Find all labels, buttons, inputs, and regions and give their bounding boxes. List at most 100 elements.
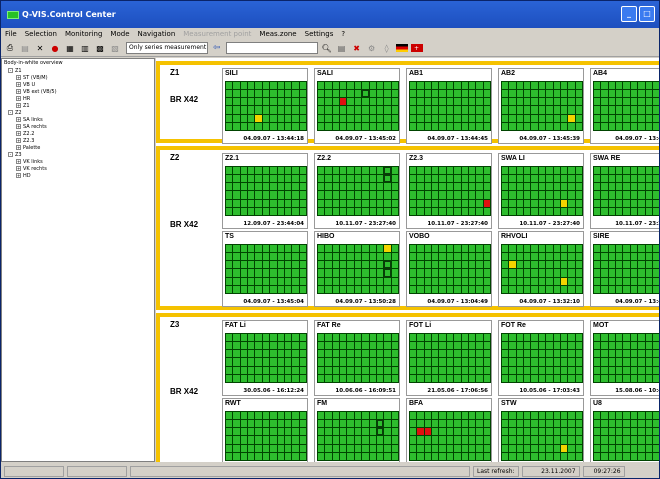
status-cell[interactable] (553, 342, 560, 350)
status-cell[interactable] (292, 183, 299, 191)
status-cell[interactable] (546, 342, 553, 350)
status-cell[interactable] (248, 245, 255, 253)
status-cell[interactable] (347, 269, 354, 277)
status-cell[interactable] (454, 412, 461, 420)
status-cell[interactable] (446, 207, 454, 215)
status-cell[interactable] (439, 191, 446, 199)
status-cell[interactable] (502, 350, 509, 358)
status-cell[interactable] (608, 106, 616, 114)
status-cell[interactable] (575, 436, 582, 444)
status-cell[interactable] (226, 207, 233, 215)
status-cell[interactable] (240, 420, 248, 428)
status-cell[interactable] (318, 175, 325, 183)
status-cell[interactable] (638, 98, 645, 106)
status-cell[interactable] (384, 358, 391, 366)
status-cell[interactable] (292, 374, 299, 382)
status-cell[interactable] (461, 106, 468, 114)
status-cell[interactable] (483, 444, 490, 452)
status-cell[interactable] (454, 334, 461, 342)
status-cell[interactable] (270, 412, 277, 420)
status-cell[interactable] (454, 277, 461, 285)
status-cell[interactable] (262, 412, 270, 420)
status-cell[interactable] (516, 358, 524, 366)
status-cell[interactable] (546, 106, 553, 114)
status-cell[interactable] (601, 114, 608, 122)
status-cell[interactable] (461, 334, 468, 342)
status-cell[interactable] (391, 358, 398, 366)
status-cell[interactable] (432, 90, 439, 98)
status-cell[interactable] (410, 350, 417, 358)
status-cell[interactable] (502, 245, 509, 253)
status-cell[interactable] (369, 366, 376, 374)
status-cell[interactable] (560, 350, 568, 358)
station-panel[interactable]: VOBO 04.09.07 - 13:04:49 (406, 231, 492, 307)
status-cell[interactable] (616, 82, 623, 90)
status-cell[interactable] (347, 358, 354, 366)
expand-icon[interactable]: + (16, 124, 21, 129)
status-cell[interactable] (432, 106, 439, 114)
status-cell[interactable] (553, 167, 560, 175)
status-cell[interactable] (601, 350, 608, 358)
status-cell[interactable] (270, 122, 277, 130)
status-cell[interactable] (240, 114, 248, 122)
status-cell[interactable] (384, 90, 391, 98)
status-cell[interactable] (616, 334, 623, 342)
status-cell[interactable] (417, 183, 424, 191)
status-cell[interactable] (630, 374, 638, 382)
expand-icon[interactable]: + (16, 75, 21, 80)
status-cell[interactable] (630, 452, 638, 460)
status-cell[interactable] (461, 436, 468, 444)
status-cell[interactable] (299, 420, 306, 428)
status-cell[interactable] (340, 269, 347, 277)
status-cell[interactable] (553, 285, 560, 293)
status-cell[interactable] (476, 285, 483, 293)
status-cell[interactable] (354, 334, 362, 342)
status-cell[interactable] (638, 106, 645, 114)
status-cell[interactable] (575, 285, 582, 293)
status-cell[interactable] (645, 207, 652, 215)
status-cell[interactable] (483, 412, 490, 420)
status-cell[interactable] (575, 366, 582, 374)
status-cell[interactable] (284, 420, 292, 428)
status-cell[interactable] (354, 90, 362, 98)
status-cell[interactable] (347, 122, 354, 130)
status-cell[interactable] (594, 420, 601, 428)
status-cell[interactable] (362, 334, 369, 342)
status-cell[interactable] (623, 82, 630, 90)
status-cell[interactable] (446, 122, 454, 130)
status-cell[interactable] (262, 122, 270, 130)
status-cell[interactable] (362, 114, 369, 122)
status-cell[interactable] (318, 366, 325, 374)
status-cell[interactable] (568, 261, 575, 269)
status-cell[interactable] (270, 199, 277, 207)
status-cell[interactable] (432, 444, 439, 452)
status-cell[interactable] (226, 285, 233, 293)
status-cell[interactable] (623, 436, 630, 444)
status-cell[interactable] (284, 358, 292, 366)
status-cell[interactable] (524, 122, 531, 130)
status-cell[interactable] (502, 98, 509, 106)
status-cell[interactable] (502, 261, 509, 269)
status-cell[interactable] (347, 334, 354, 342)
status-cell[interactable] (594, 191, 601, 199)
status-cell[interactable] (568, 90, 575, 98)
status-cell[interactable] (226, 199, 233, 207)
status-cell[interactable] (553, 114, 560, 122)
status-cell[interactable] (601, 82, 608, 90)
status-cell[interactable] (240, 436, 248, 444)
status-cell[interactable] (601, 175, 608, 183)
status-cell[interactable] (652, 350, 659, 358)
status-cell[interactable] (638, 277, 645, 285)
status-cell[interactable] (594, 269, 601, 277)
status-cell[interactable] (292, 412, 299, 420)
status-cell[interactable] (432, 191, 439, 199)
status-cell[interactable] (601, 366, 608, 374)
status-cell[interactable] (652, 90, 659, 98)
status-cell[interactable] (277, 175, 284, 183)
status-cell[interactable] (332, 106, 340, 114)
status-cell[interactable] (575, 253, 582, 261)
status-cell[interactable] (645, 175, 652, 183)
status-cell[interactable] (248, 428, 255, 436)
status-cell[interactable] (553, 334, 560, 342)
status-cell[interactable] (262, 366, 270, 374)
